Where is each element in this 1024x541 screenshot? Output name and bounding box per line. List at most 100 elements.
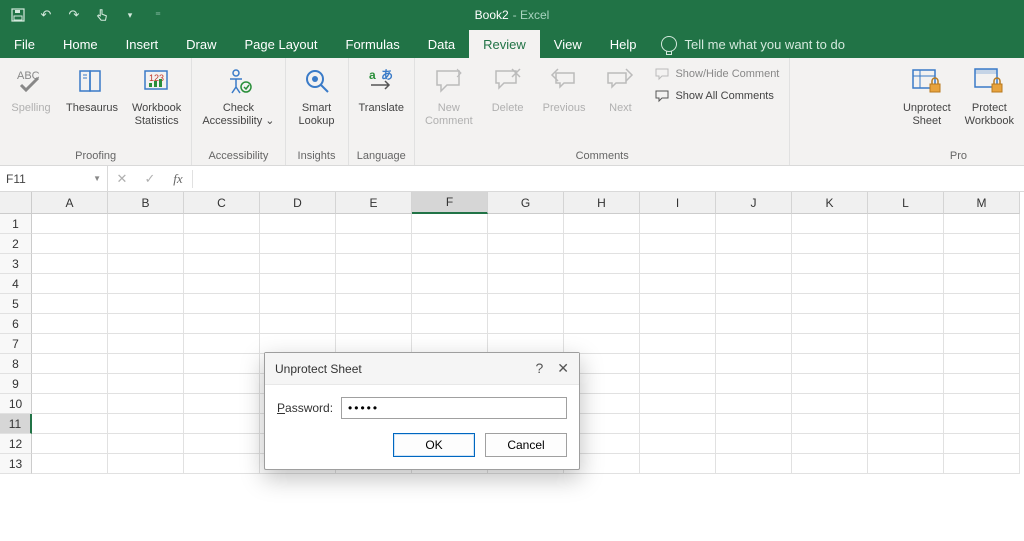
cell[interactable] — [716, 214, 792, 234]
name-box-dropdown-icon[interactable]: ▼ — [93, 174, 101, 183]
tell-me-search[interactable]: Tell me what you want to do — [651, 30, 855, 58]
cell[interactable] — [640, 234, 716, 254]
cell[interactable] — [32, 314, 108, 334]
cell[interactable] — [716, 274, 792, 294]
cell[interactable] — [488, 334, 564, 354]
cell[interactable] — [488, 234, 564, 254]
delete-comment-button[interactable]: Delete — [483, 62, 533, 117]
cell[interactable] — [32, 214, 108, 234]
cell[interactable] — [108, 414, 184, 434]
cell[interactable] — [108, 334, 184, 354]
column-header-J[interactable]: J — [716, 192, 792, 214]
column-header-I[interactable]: I — [640, 192, 716, 214]
cell[interactable] — [716, 254, 792, 274]
cell[interactable] — [944, 254, 1020, 274]
cell[interactable] — [184, 394, 260, 414]
cell[interactable] — [564, 234, 640, 254]
cell[interactable] — [108, 274, 184, 294]
cell[interactable] — [868, 254, 944, 274]
cell[interactable] — [564, 274, 640, 294]
worksheet-grid[interactable]: 12345678910111213 ABCDEFGHIJKLM Unprotec… — [0, 192, 1024, 541]
cell[interactable] — [260, 214, 336, 234]
cell[interactable] — [792, 294, 868, 314]
cell[interactable] — [716, 394, 792, 414]
cell[interactable] — [412, 214, 488, 234]
cell[interactable] — [108, 434, 184, 454]
ok-button[interactable]: OK — [393, 433, 475, 457]
row-header-5[interactable]: 5 — [0, 294, 32, 314]
cell[interactable] — [792, 334, 868, 354]
cell[interactable] — [108, 394, 184, 414]
cell[interactable] — [716, 414, 792, 434]
cell[interactable] — [412, 314, 488, 334]
cell[interactable] — [184, 294, 260, 314]
enter-formula-icon[interactable]: ✓ — [136, 171, 164, 187]
cell[interactable] — [336, 334, 412, 354]
next-comment-button[interactable]: Next — [595, 62, 645, 117]
cell[interactable] — [640, 214, 716, 234]
cell[interactable] — [260, 254, 336, 274]
cell[interactable] — [944, 414, 1020, 434]
cell[interactable] — [944, 214, 1020, 234]
cell[interactable] — [32, 394, 108, 414]
cell[interactable] — [184, 214, 260, 234]
protect-workbook-button[interactable]: Protect Workbook — [961, 62, 1018, 130]
insert-function-icon[interactable]: fx — [164, 171, 192, 187]
tab-view[interactable]: View — [540, 30, 596, 58]
cell[interactable] — [868, 334, 944, 354]
cell[interactable] — [792, 354, 868, 374]
cell[interactable] — [716, 334, 792, 354]
cell[interactable] — [32, 294, 108, 314]
tab-insert[interactable]: Insert — [112, 30, 173, 58]
row-header-9[interactable]: 9 — [0, 374, 32, 394]
cell[interactable] — [488, 314, 564, 334]
tab-help[interactable]: Help — [596, 30, 651, 58]
cell[interactable] — [412, 254, 488, 274]
cell[interactable] — [944, 234, 1020, 254]
cell[interactable] — [944, 314, 1020, 334]
cell[interactable] — [944, 434, 1020, 454]
check-accessibility-button[interactable]: Check Accessibility ⌄ — [198, 62, 278, 130]
cell[interactable] — [716, 454, 792, 474]
cell[interactable] — [868, 214, 944, 234]
cell[interactable] — [792, 394, 868, 414]
cell[interactable] — [32, 374, 108, 394]
select-all-corner[interactable] — [0, 192, 32, 214]
cell[interactable] — [868, 274, 944, 294]
cell[interactable] — [260, 234, 336, 254]
cell[interactable] — [184, 314, 260, 334]
cell[interactable] — [868, 454, 944, 474]
column-header-F[interactable]: F — [412, 192, 488, 214]
cell[interactable] — [792, 254, 868, 274]
cell[interactable] — [336, 214, 412, 234]
cancel-button[interactable]: Cancel — [485, 433, 567, 457]
cell[interactable] — [412, 274, 488, 294]
cell[interactable] — [32, 434, 108, 454]
cell[interactable] — [792, 454, 868, 474]
cell[interactable] — [108, 234, 184, 254]
cell[interactable] — [868, 434, 944, 454]
cell[interactable] — [640, 414, 716, 434]
previous-comment-button[interactable]: Previous — [539, 62, 590, 117]
row-header-1[interactable]: 1 — [0, 214, 32, 234]
password-input[interactable] — [341, 397, 567, 419]
cell[interactable] — [32, 414, 108, 434]
cell[interactable] — [640, 394, 716, 414]
column-header-B[interactable]: B — [108, 192, 184, 214]
cell[interactable] — [868, 374, 944, 394]
show-all-comments-button[interactable]: Show All Comments — [651, 86, 777, 106]
column-header-D[interactable]: D — [260, 192, 336, 214]
show-hide-comment-button[interactable]: Show/Hide Comment — [651, 64, 783, 84]
cell[interactable] — [792, 414, 868, 434]
cell[interactable] — [184, 414, 260, 434]
cell[interactable] — [32, 274, 108, 294]
row-header-11[interactable]: 11 — [0, 414, 32, 434]
cell[interactable] — [640, 354, 716, 374]
cell[interactable] — [564, 314, 640, 334]
tab-draw[interactable]: Draw — [172, 30, 230, 58]
spelling-button[interactable]: ABC Spelling — [6, 62, 56, 117]
row-header-6[interactable]: 6 — [0, 314, 32, 334]
cell[interactable] — [792, 234, 868, 254]
cell[interactable] — [336, 254, 412, 274]
qat-customize-icon[interactable]: ▾ — [118, 3, 142, 27]
